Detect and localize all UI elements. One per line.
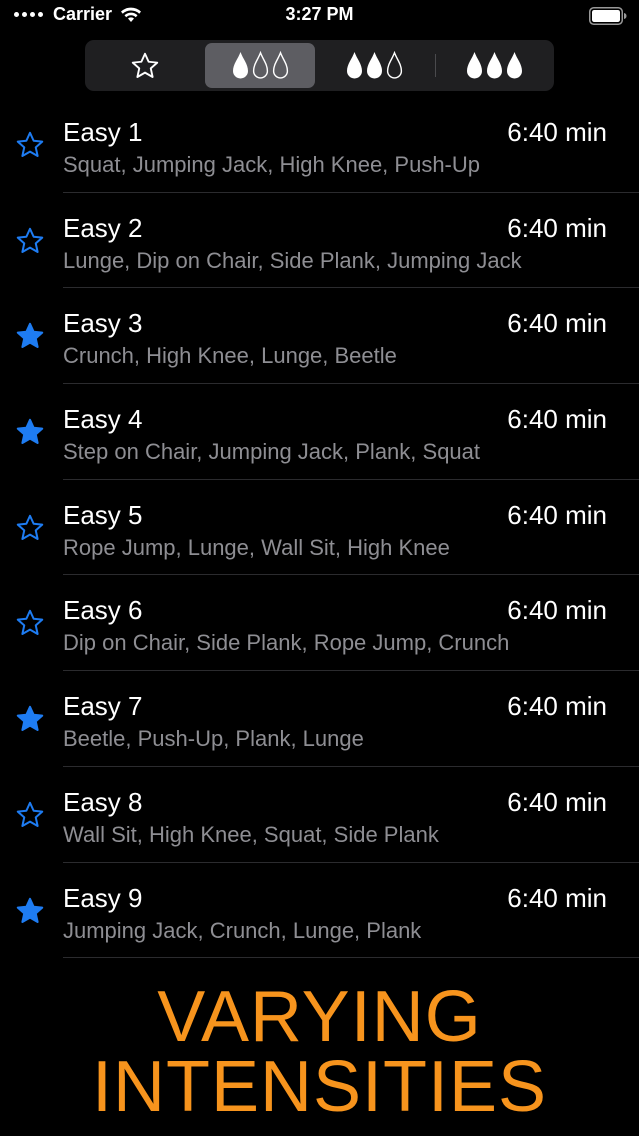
- status-bar: Carrier 3:27 PM: [0, 0, 639, 32]
- workout-duration: 6:40 min: [507, 404, 607, 435]
- workout-exercises: Beetle, Push-Up, Plank, Lunge: [63, 726, 364, 752]
- drop-filled-icon: [466, 51, 482, 78]
- segment-favorites[interactable]: [88, 43, 202, 88]
- star-outline-icon: [131, 52, 159, 78]
- workout-exercises: Rope Jump, Lunge, Wall Sit, High Knee: [63, 534, 450, 560]
- drop-filled-icon: [486, 51, 502, 78]
- drop-filled-icon: [506, 51, 522, 78]
- star-outline-icon[interactable]: [15, 608, 45, 638]
- intensity-segmented-control: [85, 40, 554, 91]
- star-filled-icon[interactable]: [15, 704, 45, 734]
- workout-row-5[interactable]: Easy 5 6:40 min Rope Jump, Lunge, Wall S…: [0, 480, 639, 576]
- workout-exercises: Dip on Chair, Side Plank, Rope Jump, Cru…: [63, 630, 510, 656]
- segment-easy[interactable]: [205, 43, 315, 88]
- workout-title: Easy 6: [63, 595, 143, 626]
- workout-row-1[interactable]: Easy 1 6:40 min Squat, Jumping Jack, Hig…: [0, 97, 639, 193]
- three-drop-intensity-icon: [466, 51, 523, 81]
- workout-exercises: Wall Sit, High Knee, Squat, Side Plank: [63, 821, 439, 847]
- drop-outline-icon: [386, 50, 402, 79]
- workout-exercises: Step on Chair, Jumping Jack, Plank, Squa…: [63, 439, 481, 465]
- status-time: 3:27 PM: [285, 4, 354, 24]
- workout-exercises: Squat, Jumping Jack, High Knee, Push-Up: [63, 152, 481, 177]
- workout-row-2[interactable]: Easy 2 6:40 min Lunge, Dip on Chair, Sid…: [0, 193, 639, 289]
- workout-row-7[interactable]: Easy 7 6:40 min Beetle, Push-Up, Plank, …: [0, 671, 639, 767]
- workout-duration: 6:40 min: [507, 786, 607, 817]
- promo-banner: VARYING INTENSITIES: [0, 977, 639, 1127]
- workout-row-6[interactable]: Easy 6 6:40 min Dip on Chair, Side Plank…: [0, 575, 639, 672]
- one-drop-intensity-icon: [232, 50, 289, 81]
- banner-line-1: VARYING: [157, 977, 482, 1057]
- segment-medium[interactable]: [318, 43, 430, 88]
- workout-title: Easy 9: [63, 882, 143, 913]
- workout-row-4[interactable]: Easy 4 6:40 min Step on Chair, Jumping J…: [0, 384, 639, 480]
- drop-filled-icon: [232, 51, 248, 78]
- workout-row-8[interactable]: Easy 8 6:40 min Wall Sit, High Knee, Squ…: [0, 767, 639, 863]
- drop-outline-icon: [272, 50, 288, 79]
- star-outline-icon[interactable]: [15, 130, 45, 160]
- workout-row-9[interactable]: Easy 9 6:40 min Jumping Jack, Crunch, Lu…: [0, 863, 639, 959]
- workout-list: Easy 1 6:40 min Squat, Jumping Jack, Hig…: [0, 97, 639, 959]
- star-outline-icon[interactable]: [15, 513, 45, 543]
- workout-title: Easy 5: [63, 499, 143, 530]
- workout-duration: 6:40 min: [507, 212, 607, 243]
- workout-duration: 6:40 min: [507, 691, 607, 722]
- drop-outline-icon: [252, 50, 268, 79]
- segment-hard[interactable]: [437, 43, 551, 88]
- workout-title: Easy 4: [63, 404, 143, 435]
- workout-exercises: Jumping Jack, Crunch, Lunge, Plank: [63, 917, 422, 943]
- workout-duration: 6:40 min: [507, 117, 607, 147]
- drop-filled-icon: [366, 51, 382, 78]
- star-filled-icon[interactable]: [15, 896, 45, 926]
- segment-divider: [435, 54, 436, 77]
- two-drop-intensity-icon: [346, 50, 403, 81]
- star-filled-icon[interactable]: [15, 417, 45, 447]
- workout-exercises: Crunch, High Knee, Lunge, Beetle: [63, 343, 397, 369]
- workout-title: Easy 8: [63, 786, 143, 817]
- workout-duration: 6:40 min: [507, 595, 607, 626]
- workout-title: Easy 7: [63, 691, 143, 722]
- workout-duration: 6:40 min: [507, 882, 607, 913]
- drop-filled-icon: [346, 51, 362, 78]
- workout-duration: 6:40 min: [507, 308, 607, 339]
- workout-duration: 6:40 min: [507, 499, 607, 530]
- star-filled-icon[interactable]: [15, 321, 45, 351]
- workout-title: Easy 1: [63, 117, 143, 147]
- row-separator: [63, 957, 639, 959]
- banner-line-2: INTENSITIES: [91, 1047, 548, 1127]
- workout-exercises: Lunge, Dip on Chair, Side Plank, Jumping…: [63, 247, 522, 273]
- star-outline-icon[interactable]: [15, 800, 45, 830]
- battery-icon: [589, 7, 627, 25]
- workout-row-3[interactable]: Easy 3 6:40 min Crunch, High Knee, Lunge…: [0, 288, 639, 385]
- workout-title: Easy 3: [63, 308, 143, 339]
- star-outline-icon[interactable]: [15, 226, 45, 256]
- workout-title: Easy 2: [63, 212, 143, 243]
